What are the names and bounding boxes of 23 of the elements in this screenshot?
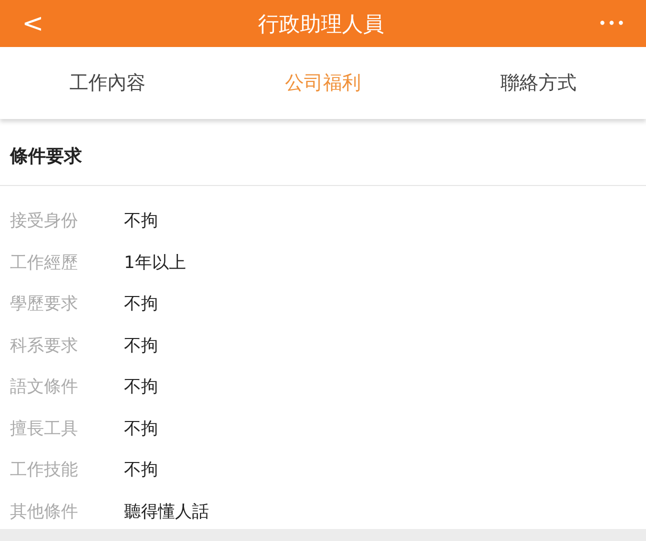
section-title: 條件要求 (10, 145, 82, 168)
field-value: 不拘 (124, 418, 158, 440)
field-label: 其他條件 (10, 500, 79, 523)
field-value: 不拘 (124, 334, 158, 357)
back-button[interactable]: < (0, 4, 62, 44)
tab[interactable]: 聯絡方式 (430, 47, 646, 119)
field-label: 擅長工具 (10, 418, 79, 440)
tab[interactable]: 公司福利 (215, 47, 431, 119)
more-button[interactable]: ••• (580, 4, 646, 44)
field-value: 不拘 (124, 210, 158, 232)
field-value: 不拘 (124, 459, 158, 482)
field-value: 聽得懂人話 (124, 500, 209, 523)
field-label: 學歷要求 (10, 293, 79, 316)
field-value: 不拘 (124, 376, 158, 398)
field-label: 科系要求 (10, 334, 79, 357)
field-value: 1年以上 (124, 252, 186, 274)
field-label: 接受身份 (10, 210, 79, 232)
field-value: 不拘 (124, 293, 158, 316)
field-label: 語文條件 (10, 376, 79, 398)
field-label: 工作經歷 (10, 252, 79, 274)
tab[interactable]: 工作內容 (0, 47, 216, 119)
page-title: 行政助理人員 (258, 10, 384, 38)
field-label: 工作技能 (10, 459, 79, 482)
